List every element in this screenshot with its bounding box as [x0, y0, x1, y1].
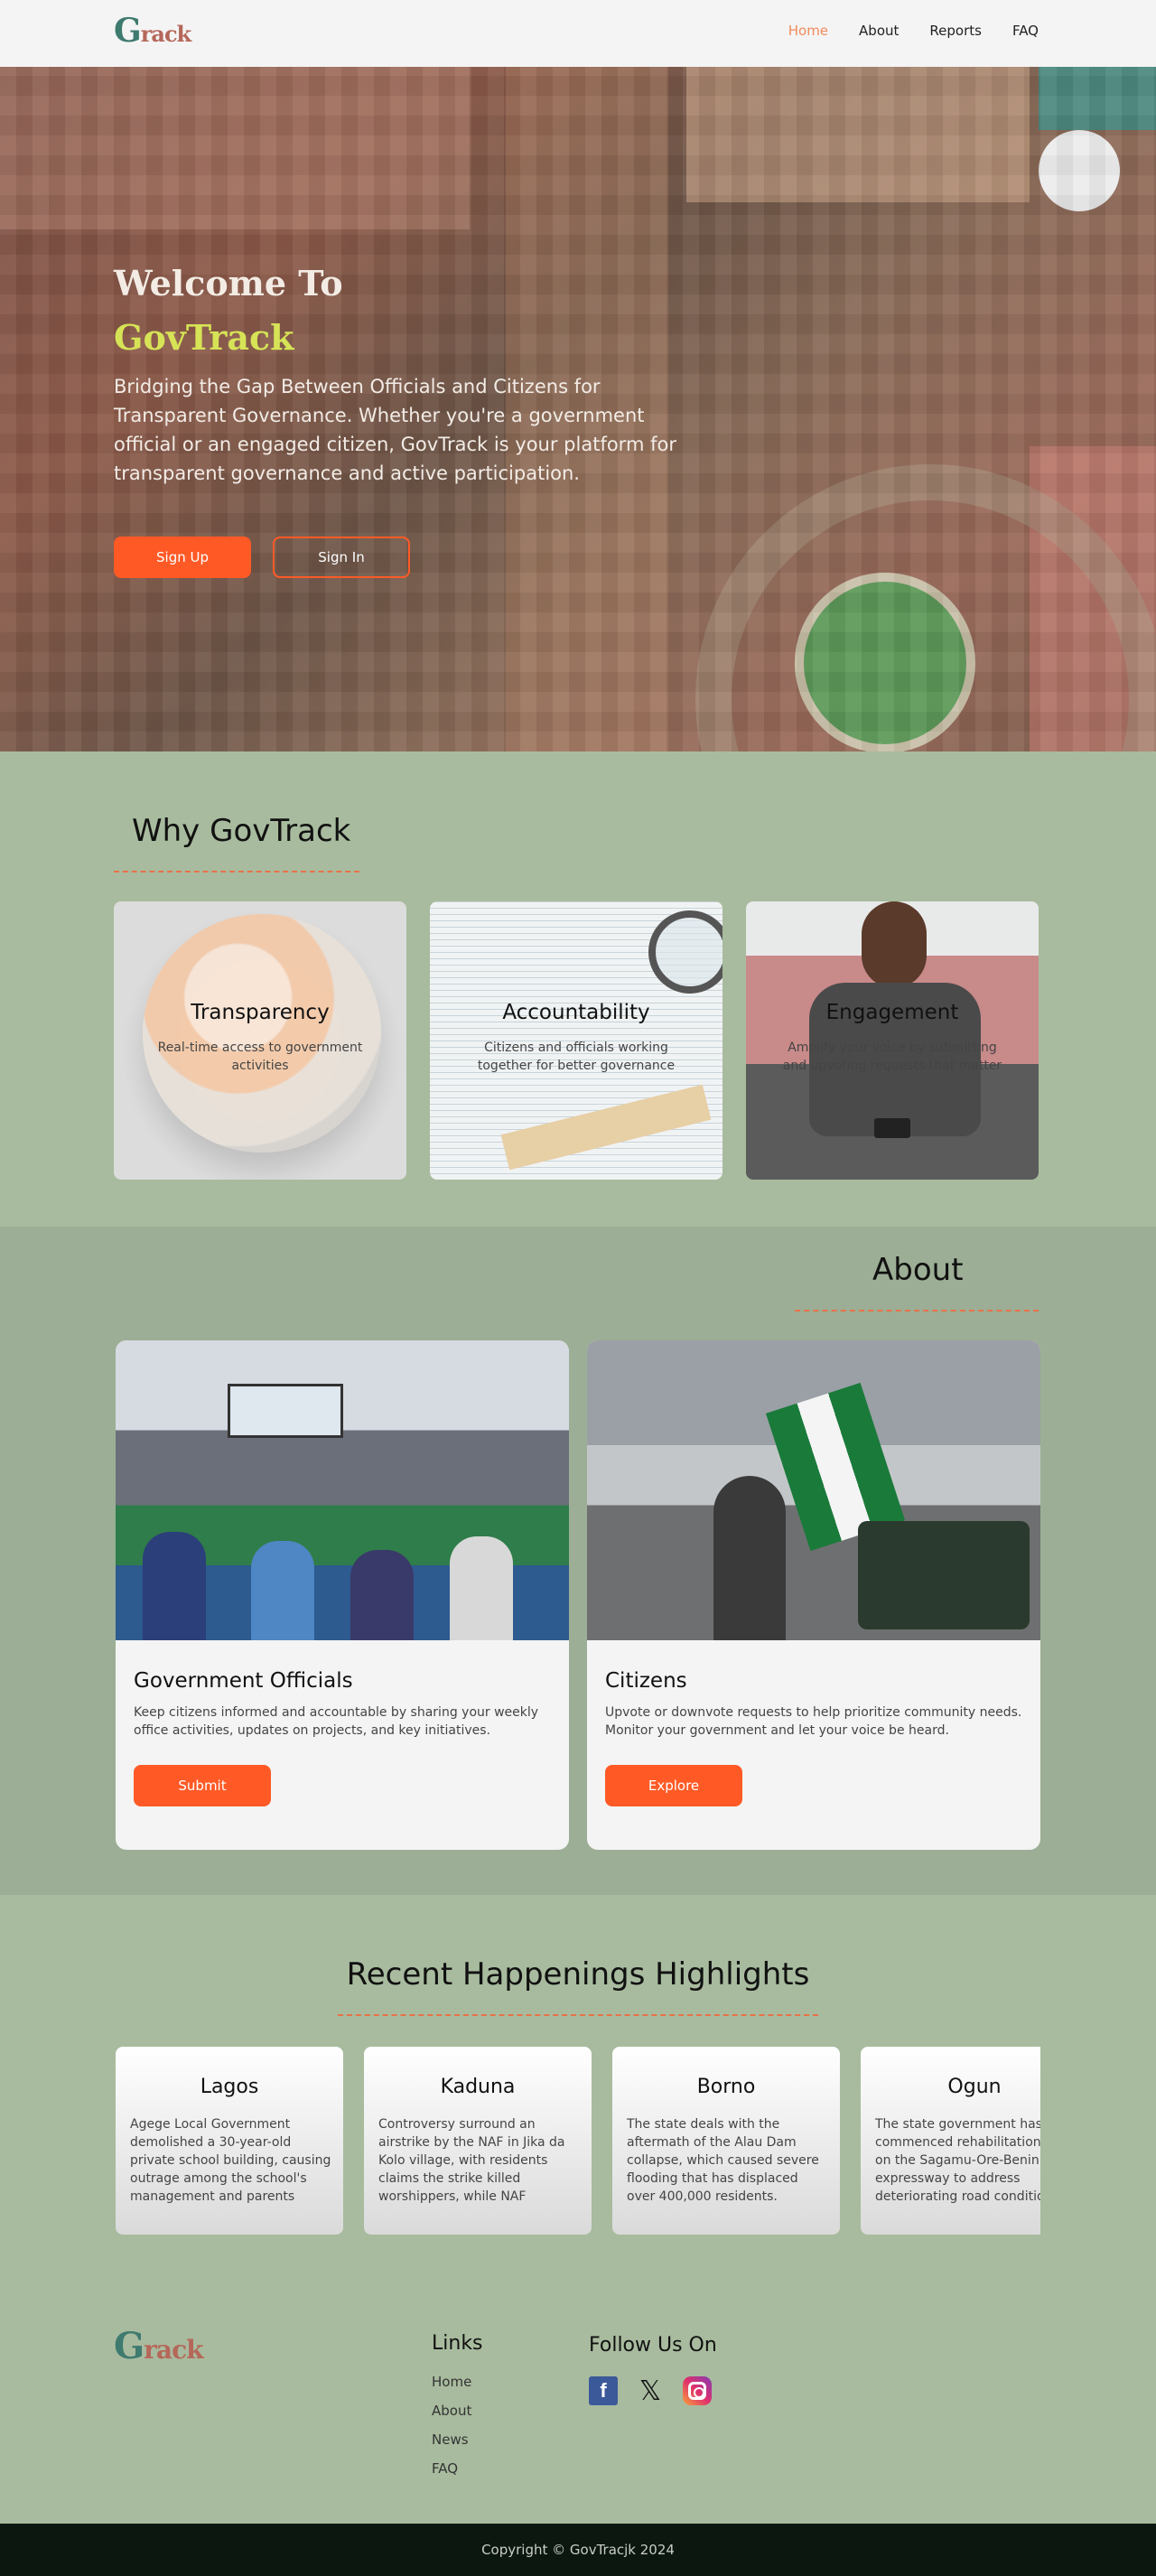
- highlight-card-description: Controversy surround an airstrike by the…: [378, 2117, 565, 2204]
- highlight-card-ogun[interactable]: Ogun The state government has commenced …: [861, 2047, 1040, 2235]
- ruler-image: [500, 1084, 712, 1171]
- x-icon[interactable]: 𝕏: [636, 2375, 665, 2407]
- glass-orb-image: [143, 914, 381, 1153]
- person-figure: [143, 1532, 206, 1640]
- highlights-carousel[interactable]: Lagos Agege Local Government demolished …: [114, 2047, 1040, 2236]
- feature-card-title: Transparency: [191, 1001, 330, 1024]
- car-image: [858, 1521, 1030, 1629]
- about-card-description: Keep citizens informed and accountable b…: [134, 1705, 539, 1738]
- sign-up-button[interactable]: Sign Up: [114, 537, 251, 578]
- highlight-card-description: Agege Local Government demolished a 30-y…: [130, 2117, 331, 2204]
- feature-card-description: Amplify your voice by submitting and upv…: [782, 1041, 1002, 1073]
- nav-link-reports[interactable]: Reports: [929, 23, 982, 39]
- footer-link-news[interactable]: News: [432, 2425, 483, 2454]
- hall-screen-image: [228, 1384, 343, 1438]
- highlight-card-kaduna[interactable]: Kaduna Controversy surround an airstrike…: [364, 2047, 592, 2235]
- feature-card-engagement: Engagement Amplify your voice by submitt…: [746, 901, 1039, 1180]
- magnifier-image: [648, 910, 722, 994]
- feature-card-title: Accountability: [502, 1001, 650, 1024]
- copyright-bar: Copyright © GovTracjk 2024: [0, 2524, 1156, 2576]
- feature-card-transparency: Transparency Real-time access to governm…: [114, 901, 406, 1180]
- person-figure: [350, 1550, 414, 1640]
- section-divider: [114, 871, 359, 873]
- footer-link-about[interactable]: About: [432, 2396, 483, 2425]
- footer-logo[interactable]: Grack: [114, 2325, 204, 2367]
- explore-button[interactable]: Explore: [605, 1765, 742, 1806]
- submit-button[interactable]: Submit: [134, 1765, 271, 1806]
- follow-us: Follow Us On f 𝕏: [589, 2334, 717, 2407]
- highlight-card-title: Lagos: [200, 2076, 259, 2098]
- about-card-description: Upvote or downvote requests to help prio…: [605, 1705, 1022, 1738]
- assembly-hall-image: [116, 1340, 569, 1640]
- feature-card-description: Real-time access to government activitie…: [157, 1041, 363, 1073]
- person-figure: [713, 1476, 786, 1640]
- citizens-rally-image: [587, 1340, 1040, 1640]
- hero-brand-name: GovTrack: [114, 317, 294, 358]
- footer-link-faq[interactable]: FAQ: [432, 2454, 483, 2483]
- about-section: About Government Officials Keep citizens…: [0, 1227, 1156, 1895]
- instagram-icon[interactable]: [683, 2376, 712, 2405]
- nav-link-faq[interactable]: FAQ: [1012, 23, 1039, 39]
- about-card-title: Government Officials: [134, 1669, 353, 1693]
- highlight-card-borno[interactable]: Borno The state deals with the aftermath…: [612, 2047, 840, 2235]
- footer-links: Links Home About News FAQ: [432, 2332, 483, 2483]
- person-figure: [251, 1541, 314, 1640]
- about-card-citizens: Citizens Upvote or downvote requests to …: [587, 1340, 1040, 1850]
- follow-title: Follow Us On: [589, 2334, 717, 2357]
- highlight-card-description: The state government has commenced rehab…: [875, 2117, 1040, 2204]
- hero-buttons: Sign Up Sign In: [114, 537, 410, 578]
- feature-card-title: Engagement: [825, 1001, 959, 1024]
- copyright-text: Copyright © GovTracjk 2024: [481, 2542, 675, 2558]
- footer-link-home[interactable]: Home: [432, 2367, 483, 2396]
- top-navbar: Grack Home About Reports FAQ: [0, 0, 1156, 67]
- nav-link-about[interactable]: About: [859, 23, 899, 39]
- footer: Grack Links Home About News FAQ Follow U…: [0, 2274, 1156, 2524]
- section-title: Recent Happenings Highlights: [346, 1956, 810, 1993]
- social-icons: f 𝕏: [589, 2375, 717, 2407]
- section-divider: [338, 2014, 818, 2016]
- highlight-card-description: The state deals with the aftermath of th…: [627, 2117, 819, 2204]
- person-image: [862, 901, 927, 988]
- phone-image: [874, 1118, 910, 1138]
- highlight-card-title: Kaduna: [440, 2076, 516, 2098]
- govtrack-logo[interactable]: Grack: [114, 14, 191, 47]
- feature-card-accountability: Accountability Citizens and officials wo…: [430, 901, 722, 1180]
- about-card-title: Citizens: [605, 1669, 687, 1693]
- highlight-card-title: Borno: [696, 2076, 756, 2098]
- sign-in-button[interactable]: Sign In: [273, 537, 410, 578]
- why-govtrack-section: Why GovTrack Transparency Real-time acce…: [0, 751, 1156, 1227]
- hero-description: Bridging the Gap Between Officials and C…: [114, 376, 676, 484]
- person-figure: [450, 1536, 513, 1640]
- about-card-officials: Government Officials Keep citizens infor…: [116, 1340, 569, 1850]
- hero-content: Welcome To GovTrack Bridging the Gap Bet…: [114, 257, 692, 488]
- section-title: About: [872, 1252, 964, 1288]
- hero-section: Welcome To GovTrack Bridging the Gap Bet…: [0, 67, 1156, 751]
- nav-link-home[interactable]: Home: [788, 23, 828, 39]
- facebook-icon[interactable]: f: [589, 2376, 618, 2405]
- feature-card-description: Citizens and officials working together …: [477, 1041, 676, 1073]
- section-divider: [795, 1310, 1039, 1311]
- hero-title: Welcome To: [114, 263, 343, 303]
- footer-links-title: Links: [432, 2332, 483, 2355]
- section-title: Why GovTrack: [132, 813, 351, 849]
- highlights-section: Recent Happenings Highlights Lagos Agege…: [0, 1895, 1156, 2274]
- highlight-card-title: Ogun: [947, 2076, 1002, 2098]
- nav-links: Home About Reports FAQ: [788, 23, 1039, 39]
- highlight-card-lagos[interactable]: Lagos Agege Local Government demolished …: [116, 2047, 343, 2235]
